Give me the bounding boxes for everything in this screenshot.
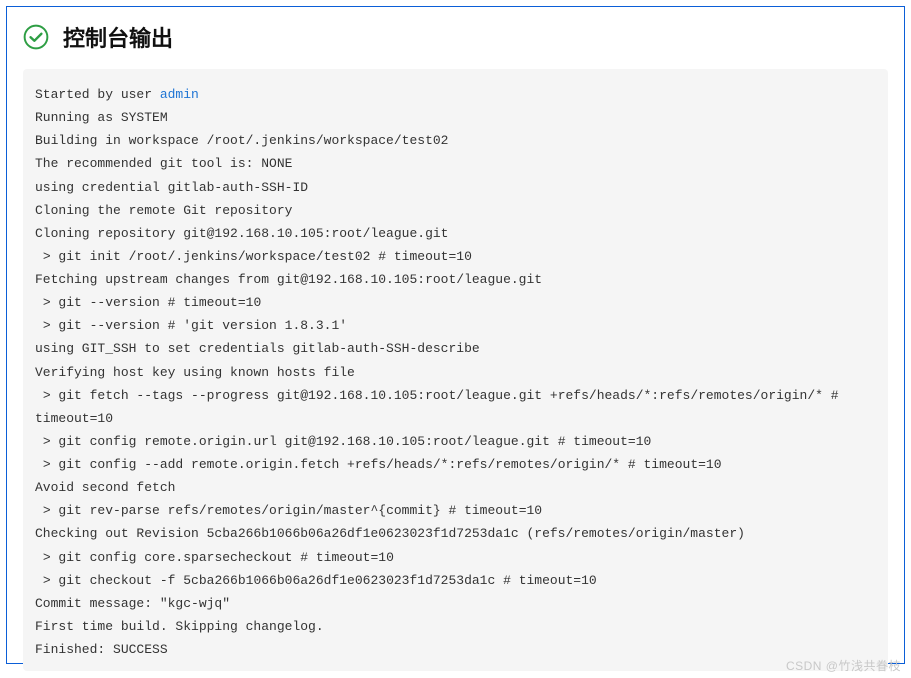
console-line: > git config core.sparsecheckout # timeo… bbox=[35, 550, 394, 565]
console-line: The recommended git tool is: NONE bbox=[35, 156, 292, 171]
page-title: 控制台输出 bbox=[63, 21, 173, 53]
console-line: Verifying host key using known hosts fil… bbox=[35, 365, 355, 380]
console-line: > git checkout -f 5cba266b1066b06a26df1e… bbox=[35, 573, 597, 588]
console-line: using GIT_SSH to set credentials gitlab-… bbox=[35, 341, 480, 356]
console-line: Running as SYSTEM bbox=[35, 110, 168, 125]
console-line: using credential gitlab-auth-SSH-ID bbox=[35, 180, 308, 195]
console-line: Started by user admin bbox=[35, 87, 199, 102]
console-line: > git config remote.origin.url git@192.1… bbox=[35, 434, 651, 449]
console-line: > git rev-parse refs/remotes/origin/mast… bbox=[35, 503, 542, 518]
console-output-panel: 控制台输出 Started by user admin Running as S… bbox=[6, 6, 905, 664]
console-line: Cloning repository git@192.168.10.105:ro… bbox=[35, 226, 448, 241]
console-line: Avoid second fetch bbox=[35, 480, 175, 495]
console-line: > git fetch --tags --progress git@192.16… bbox=[35, 388, 846, 426]
console-line: Commit message: "kgc-wjq" bbox=[35, 596, 230, 611]
success-check-icon bbox=[23, 24, 49, 50]
console-line: > git --version # timeout=10 bbox=[35, 295, 261, 310]
panel-header: 控制台输出 bbox=[23, 21, 888, 53]
console-line: > git init /root/.jenkins/workspace/test… bbox=[35, 249, 472, 264]
console-line: Cloning the remote Git repository bbox=[35, 203, 292, 218]
console-line: First time build. Skipping changelog. bbox=[35, 619, 324, 634]
user-link[interactable]: admin bbox=[160, 87, 199, 102]
console-line: > git --version # 'git version 1.8.3.1' bbox=[35, 318, 347, 333]
console-line: Fetching upstream changes from git@192.1… bbox=[35, 272, 542, 287]
console-line: > git config --add remote.origin.fetch +… bbox=[35, 457, 722, 472]
console-line: Building in workspace /root/.jenkins/wor… bbox=[35, 133, 448, 148]
console-line: Finished: SUCCESS bbox=[35, 642, 168, 657]
console-line: Checking out Revision 5cba266b1066b06a26… bbox=[35, 526, 745, 541]
console-log: Started by user admin Running as SYSTEM … bbox=[23, 69, 888, 671]
